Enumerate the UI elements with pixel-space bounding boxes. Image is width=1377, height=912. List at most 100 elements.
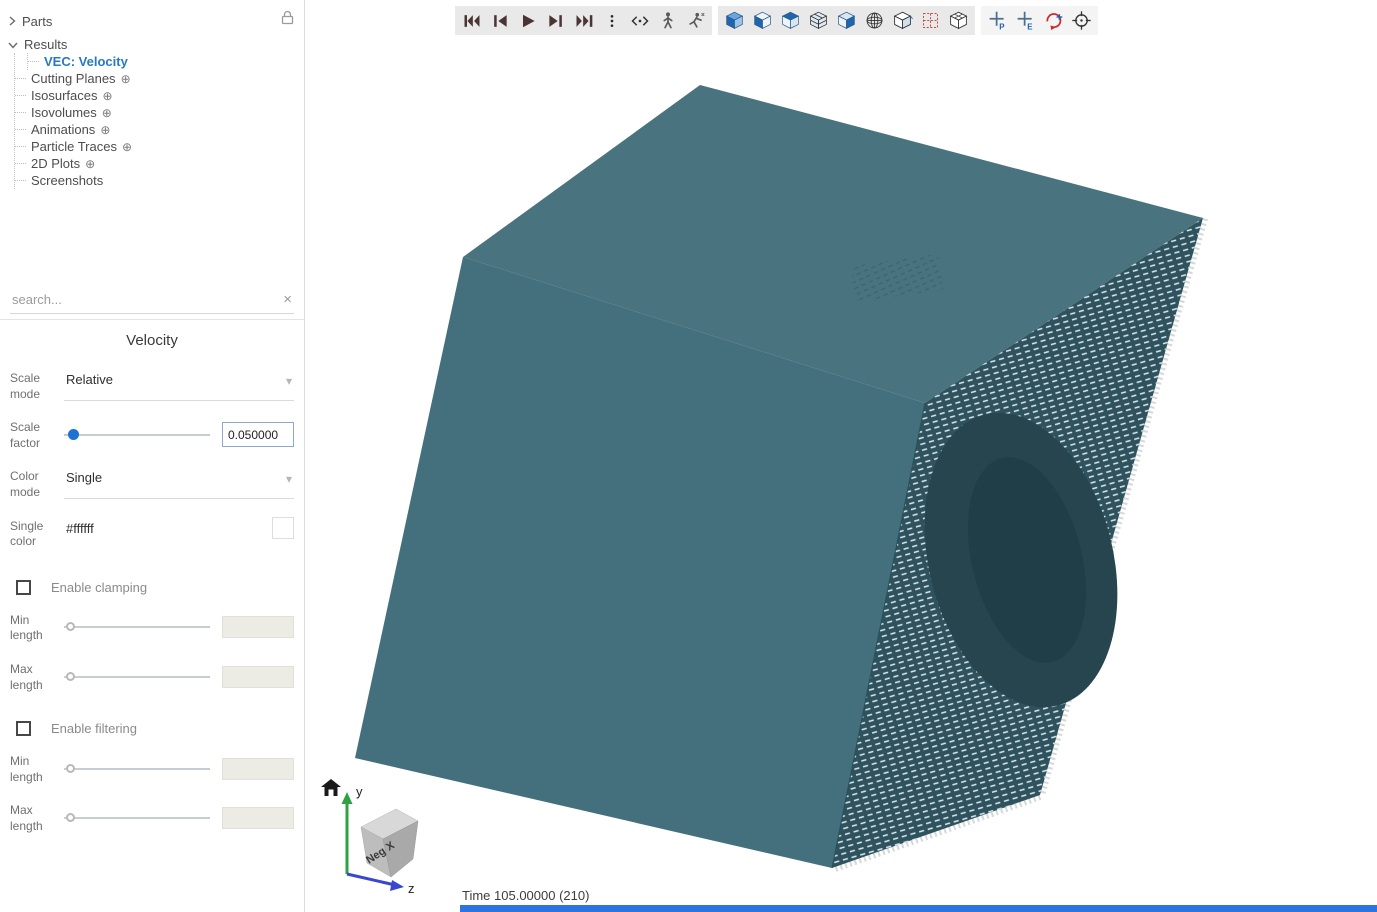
tree-item-animations[interactable]: Animations ⊕: [15, 121, 304, 138]
orientation-cube[interactable]: Neg X: [361, 809, 418, 877]
filter-min-slider: [64, 757, 210, 781]
slider-thumb: [66, 622, 75, 631]
slider-track: [64, 768, 210, 770]
skip-to-start-button[interactable]: [461, 10, 482, 31]
isometric-view-button[interactable]: [724, 10, 745, 31]
viewport-3d[interactable]: y z Neg X: [305, 0, 1377, 912]
tree-connector: [15, 112, 26, 113]
play-button[interactable]: [517, 10, 538, 31]
tree-item-label: Isosurfaces: [31, 88, 97, 103]
skip-to-end-button[interactable]: [573, 10, 594, 31]
add-icon[interactable]: ⊕: [102, 107, 112, 119]
scale-factor-slider[interactable]: [64, 423, 210, 447]
fly-mode-button[interactable]: [685, 10, 706, 31]
clamp-min-input: [222, 616, 294, 638]
add-icon[interactable]: ⊕: [102, 90, 112, 102]
slider-thumb: [66, 764, 75, 773]
toolbar-group-playback: [455, 6, 712, 35]
filter-max-field: Max length: [6, 801, 298, 834]
clip-plane-grid-button[interactable]: [920, 10, 941, 31]
unfold-cube-view-button[interactable]: [892, 10, 913, 31]
scale-mode-field: Scale mode Relative ▾: [6, 369, 298, 402]
color-mode-field: Color mode Single ▾: [6, 467, 298, 500]
color-mode-select[interactable]: Single: [64, 467, 294, 499]
orientation-triad[interactable]: y z Neg X: [342, 784, 419, 896]
svg-text:E: E: [1027, 22, 1032, 31]
tree-item-label: 2D Plots: [31, 156, 80, 171]
slider-track: [64, 817, 210, 819]
tree-item-label: Animations: [31, 122, 95, 137]
tree-item-screenshots[interactable]: Screenshots: [15, 172, 304, 189]
clear-search-icon[interactable]: ×: [283, 291, 292, 308]
enable-filtering-row: Enable filtering: [16, 721, 288, 736]
tree-item-results[interactable]: Results: [0, 35, 304, 53]
step-back-button[interactable]: [489, 10, 510, 31]
front-view-button[interactable]: [836, 10, 857, 31]
velocity-cube[interactable]: [355, 85, 1203, 868]
tree-item-2d-plots[interactable]: 2D Plots ⊕: [15, 155, 304, 172]
selected-result-label: VEC: Velocity: [44, 54, 128, 69]
color-swatch[interactable]: [272, 517, 294, 539]
add-icon[interactable]: ⊕: [85, 158, 95, 170]
timeline-scrubber[interactable]: [460, 905, 1377, 912]
chevron-down-icon: [8, 37, 18, 52]
tree-item-vec-velocity[interactable]: VEC: Velocity: [28, 53, 304, 70]
filter-max-label: Max length: [10, 801, 64, 834]
more-options-button[interactable]: [601, 10, 622, 31]
single-color-label: Single color: [10, 517, 64, 550]
svg-text:P: P: [999, 22, 1004, 31]
tree-item-label: Isovolumes: [31, 105, 97, 120]
slider-track[interactable]: [64, 434, 210, 436]
panel-title: Velocity: [6, 332, 298, 349]
tree-item-cutting-planes[interactable]: Cutting Planes ⊕: [15, 70, 304, 87]
enable-clamping-checkbox[interactable]: [16, 580, 31, 595]
tree-item-particle-traces[interactable]: Particle Traces ⊕: [15, 138, 304, 155]
pick-element-button[interactable]: E: [1015, 10, 1036, 31]
main-toolbar: P E: [455, 6, 1098, 35]
enable-filtering-checkbox[interactable]: [16, 721, 31, 736]
enable-clamping-row: Enable clamping: [16, 580, 288, 595]
tree-connector: [15, 78, 26, 79]
expand-horizontal-button[interactable]: [629, 10, 650, 31]
y-axis-arrowhead: [342, 792, 353, 804]
app-window: Parts Results VEC: Velocity Cutting Plan…: [0, 0, 1377, 912]
home-icon[interactable]: [321, 779, 341, 796]
globe-grid-view-button[interactable]: [864, 10, 885, 31]
velocity-panel: Velocity Scale mode Relative ▾ Scale fac…: [0, 319, 304, 912]
filter-min-label: Min length: [10, 752, 64, 785]
add-icon[interactable]: ⊕: [122, 141, 132, 153]
step-forward-button[interactable]: [545, 10, 566, 31]
filter-max-slider: [64, 806, 210, 830]
search-input[interactable]: [10, 288, 294, 314]
tree-connector: [15, 146, 26, 147]
scale-factor-input[interactable]: [222, 422, 294, 447]
filter-max-input: [222, 807, 294, 829]
z-axis-arrow[interactable]: [347, 874, 395, 885]
scale-mode-label: Scale mode: [10, 369, 64, 402]
center-target-button[interactable]: [1071, 10, 1092, 31]
top-view-button[interactable]: [780, 10, 801, 31]
add-icon[interactable]: ⊕: [121, 73, 131, 85]
chevron-down-icon: ▾: [286, 472, 292, 486]
scale-factor-label: Scale factor: [10, 418, 64, 451]
tree-item-parts[interactable]: Parts: [0, 12, 304, 30]
mesh-cube-view-button[interactable]: [808, 10, 829, 31]
scene-canvas[interactable]: y z Neg X: [305, 0, 1377, 912]
tree-connector: [15, 129, 26, 130]
slider-thumb: [66, 813, 75, 822]
tree-item-isovolumes[interactable]: Isovolumes ⊕: [15, 104, 304, 121]
walk-mode-button[interactable]: [657, 10, 678, 31]
lock-icon[interactable]: [281, 10, 294, 28]
scale-mode-select[interactable]: Relative: [64, 369, 294, 401]
tree-item-isosurfaces[interactable]: Isosurfaces ⊕: [15, 87, 304, 104]
chevron-right-icon: [8, 14, 16, 29]
pick-point-button[interactable]: P: [987, 10, 1008, 31]
clamp-min-field: Min length: [6, 611, 298, 644]
scale-factor-field: Scale factor: [6, 418, 298, 451]
left-view-button[interactable]: [752, 10, 773, 31]
grid-cube-view-button[interactable]: [948, 10, 969, 31]
add-icon[interactable]: ⊕: [100, 124, 110, 136]
filter-min-input: [222, 758, 294, 780]
slider-thumb[interactable]: [68, 429, 79, 440]
rotate-gizmo-button[interactable]: [1043, 10, 1064, 31]
